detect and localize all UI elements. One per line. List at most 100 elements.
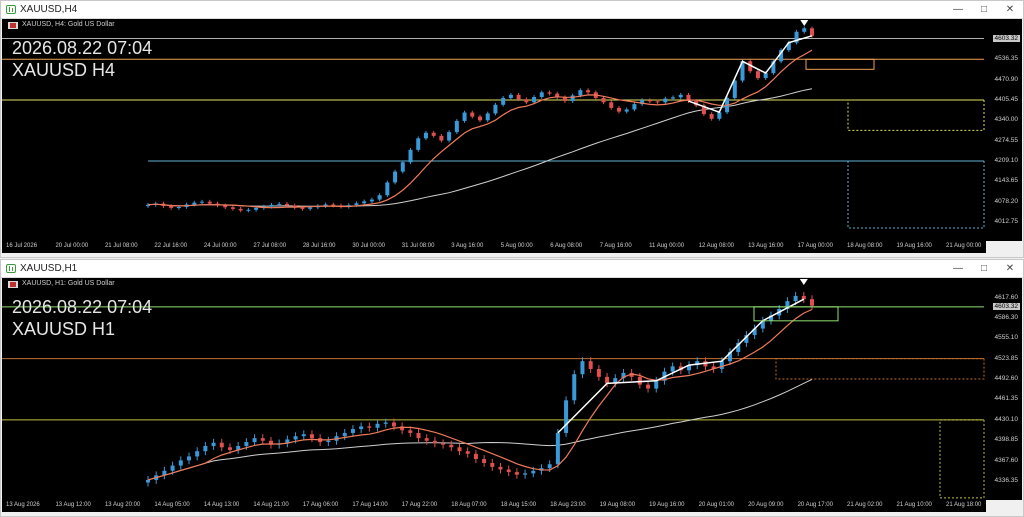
- candle-body: [169, 206, 174, 208]
- candle-body: [632, 104, 637, 110]
- time-label: 24 Jul 00:00: [203, 243, 237, 249]
- time-label: 14 Aug 21:00: [253, 502, 289, 508]
- one-click-trading-icon[interactable]: [8, 22, 18, 29]
- candle-body: [146, 479, 150, 483]
- time-label: 19 Aug 16:00: [649, 502, 685, 508]
- price-label: 4586.30: [994, 313, 1019, 321]
- price-scale[interactable]: 4617.60 4603.32 4586.30 4555.10 4523.85 4492.…: [984, 278, 1022, 500]
- candle-body: [637, 376, 642, 385]
- zigzag-pattern-line: [688, 35, 813, 114]
- time-label: 20 Jul 00:00: [55, 243, 89, 249]
- candle-body: [609, 102, 614, 108]
- price-label: 4461.35: [994, 395, 1019, 403]
- candle-body: [170, 465, 175, 471]
- current-price-label: 4603.32: [992, 34, 1020, 42]
- candle-body: [454, 120, 459, 133]
- candle-body: [326, 440, 331, 443]
- chart-datetime: 2026.08.22 07:04: [12, 38, 153, 58]
- time-label: 16 Jul 2026: [6, 243, 38, 249]
- candle-body: [678, 94, 683, 98]
- candle-body: [524, 99, 529, 103]
- chart-window-h1[interactable]: XAUUSD,H1 — □ ✕ XAUUSD, H1: Gold US Doll…: [0, 259, 1024, 517]
- candle-body: [647, 100, 652, 102]
- candle-body: [485, 113, 490, 121]
- maximize-icon[interactable]: □: [971, 263, 997, 274]
- price-chart-svg-h4[interactable]: [2, 19, 1022, 241]
- price-label: 4274.55: [994, 136, 1019, 144]
- chart-symbol-timeframe: XAUUSD H4: [12, 60, 116, 80]
- close-icon[interactable]: ✕: [997, 263, 1023, 274]
- time-label: 20 Aug 09:00: [748, 502, 784, 508]
- minimize-icon[interactable]: —: [945, 263, 971, 274]
- candle-body: [564, 400, 569, 433]
- close-icon[interactable]: ✕: [997, 4, 1023, 15]
- candle-body: [755, 71, 760, 79]
- time-label: 3 Aug 16:00: [451, 243, 484, 249]
- time-label: 12 Aug 08:00: [698, 243, 734, 249]
- candle-body: [586, 90, 591, 93]
- candle-body: [309, 434, 314, 439]
- candle-body: [391, 422, 396, 427]
- candle-body: [200, 201, 205, 203]
- time-scale[interactable]: 16 Jul 2026 20 Jul 00:00 21 Jul 08:00 22 Ju…: [2, 241, 986, 253]
- price-chart-h4[interactable]: XAUUSD, H4: Gold US Dollar 2026.08.22 07…: [2, 19, 1022, 241]
- moving-average-slow: [147, 378, 813, 481]
- time-label: 21 Aug 02:00: [847, 502, 883, 508]
- price-chart-h1[interactable]: XAUUSD, H1: Gold US Dollar 2026.08.22 07…: [2, 278, 1022, 500]
- price-label: 4398.85: [994, 436, 1019, 444]
- price-label: 4617.60: [994, 293, 1019, 301]
- candle-body: [457, 447, 462, 452]
- time-label: 13 Aug 16:00: [748, 243, 784, 249]
- moving-average-slow: [147, 88, 813, 207]
- candle-body: [269, 204, 274, 207]
- time-label: 17 Aug 14:00: [352, 502, 388, 508]
- candle-body: [462, 112, 467, 121]
- price-label: 4143.65: [994, 177, 1019, 185]
- candle-body: [654, 380, 659, 389]
- candle-body: [810, 28, 814, 36]
- time-label: 13 Aug 20:00: [104, 502, 141, 508]
- one-click-trading-icon[interactable]: [8, 281, 18, 288]
- chart-window-h4[interactable]: XAUUSD,H4 — □ ✕ XAUUSD, H4: Gold US Doll…: [0, 0, 1024, 258]
- candle-body: [601, 97, 606, 103]
- candle-body: [663, 98, 668, 103]
- candle-body: [473, 453, 478, 460]
- time-label: 13 Aug 12:00: [55, 502, 91, 508]
- candle-body: [203, 445, 208, 452]
- minimize-icon[interactable]: —: [945, 4, 971, 15]
- window-titlebar[interactable]: XAUUSD,H1 — □ ✕: [1, 260, 1023, 278]
- time-label: 6 Aug 08:00: [550, 243, 583, 249]
- candle-body: [498, 466, 503, 470]
- time-label: 21 Aug 10:00: [896, 502, 932, 508]
- price-chart-svg-h1[interactable]: [2, 278, 1022, 500]
- price-label: 4340.00: [994, 116, 1019, 124]
- price-marker-icon: [799, 279, 808, 285]
- candle-body: [506, 469, 511, 473]
- candle-body: [624, 109, 629, 112]
- candle-body: [416, 432, 421, 439]
- candle-body: [523, 473, 528, 475]
- candle-body: [605, 376, 610, 384]
- price-label: 4523.85: [994, 354, 1019, 362]
- time-label: 17 Aug 00:00: [797, 243, 833, 249]
- candle-body: [482, 459, 487, 463]
- window-titlebar[interactable]: XAUUSD,H4 — □ ✕: [1, 1, 1023, 19]
- time-label: 18 Aug 23:00: [550, 502, 586, 508]
- time-label: 30 Jul 00:00: [352, 243, 386, 249]
- time-scale[interactable]: 13 Aug 2026 13 Aug 12:00 13 Aug 20:00 14 Au…: [2, 500, 986, 512]
- candle-body: [211, 442, 216, 446]
- chart-symbol-line: XAUUSD, H4: Gold US Dollar: [22, 21, 115, 28]
- candle-body: [717, 112, 722, 119]
- candle-body: [478, 116, 482, 121]
- price-label: 4492.60: [994, 375, 1019, 383]
- candle-body: [254, 207, 259, 210]
- candle-body: [400, 162, 405, 172]
- candle-body: [342, 432, 347, 437]
- candle-body: [176, 206, 181, 208]
- candle-body: [493, 104, 498, 114]
- price-scale[interactable]: 4603.32 4536.35 4470.90 4405.45 4340.00 4274.…: [984, 19, 1022, 241]
- maximize-icon[interactable]: □: [971, 4, 997, 15]
- candle-body: [719, 361, 724, 370]
- window-title: XAUUSD,H1: [20, 263, 78, 274]
- projection-zone: [847, 99, 985, 131]
